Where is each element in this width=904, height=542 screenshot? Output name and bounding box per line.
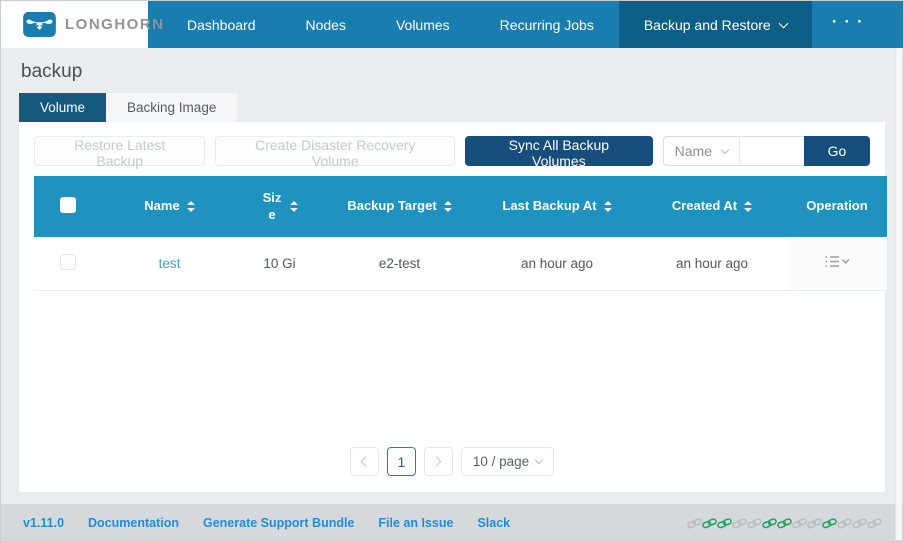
create-disaster-recovery-volume-button[interactable]: Create Disaster Recovery Volume — [215, 136, 455, 166]
chain-link-icon — [687, 516, 702, 530]
nav-item-label: Nodes — [306, 17, 346, 33]
nav-item-recurring-jobs[interactable]: Recurring Jobs — [475, 1, 619, 48]
row-created-at-cell: an hour ago — [637, 237, 787, 290]
row-name-cell: test — [102, 237, 237, 290]
chain-link-icon — [732, 516, 747, 530]
column-label: Operation — [806, 198, 867, 214]
chain-link-icon — [717, 516, 732, 530]
backup-table: Name Size — [34, 176, 870, 291]
nav-item-backup-and-restore[interactable]: Backup and Restore — [619, 1, 812, 48]
chain-link-icon — [807, 516, 822, 530]
app-window: LONGHORN Dashboard Nodes Volumes Recurri… — [0, 0, 904, 542]
next-page-button[interactable] — [424, 447, 453, 476]
chevron-down-icon — [721, 145, 729, 153]
longhorn-bull-icon — [23, 12, 56, 37]
chain-link-icon — [777, 516, 792, 530]
column-label: Last Backup At — [502, 198, 596, 214]
column-label: Backup Target — [347, 198, 436, 214]
nav-item-label: Volumes — [396, 17, 450, 33]
select-all-header-cell — [34, 176, 102, 237]
row-select-cell — [34, 237, 102, 290]
nav-item-label: Backup and Restore — [644, 17, 771, 33]
column-header-name[interactable]: Name — [102, 176, 237, 237]
column-header-backup-target[interactable]: Backup Target — [322, 176, 477, 237]
chain-link-icon — [822, 516, 837, 530]
nav-item-nodes[interactable]: Nodes — [281, 1, 371, 48]
tab-volume[interactable]: Volume — [19, 93, 106, 122]
slack-link[interactable]: Slack — [477, 516, 510, 530]
column-header-size[interactable]: Size — [237, 176, 322, 237]
prev-page-button[interactable] — [350, 447, 379, 476]
backup-panel: Restore Latest Backup Create Disaster Re… — [19, 122, 885, 492]
nav-item-label: Recurring Jobs — [500, 17, 594, 33]
nav-item-volumes[interactable]: Volumes — [371, 1, 475, 48]
chain-link-icon — [837, 516, 852, 530]
search-field-label: Name — [675, 143, 712, 159]
chain-link-icon — [852, 516, 867, 530]
top-navbar: LONGHORN Dashboard Nodes Volumes Recurri… — [1, 1, 903, 48]
link-status-icons — [687, 516, 882, 530]
nav-item-dashboard[interactable]: Dashboard — [162, 1, 281, 48]
chain-link-icon — [867, 516, 882, 530]
column-header-operation: Operation — [787, 176, 887, 237]
restore-latest-backup-button[interactable]: Restore Latest Backup — [34, 136, 205, 166]
go-button[interactable]: Go — [804, 136, 870, 166]
tab-bar: Volume Backing Image — [19, 93, 885, 122]
page-title: backup — [21, 61, 883, 83]
column-header-last-backup-at[interactable]: Last Backup At — [477, 176, 637, 237]
chain-link-icon — [702, 516, 717, 530]
list-dropdown-icon[interactable] — [824, 254, 850, 269]
tab-label: Backing Image — [127, 100, 216, 115]
chain-link-icon — [747, 516, 762, 530]
scrollbar-track[interactable] — [895, 48, 902, 540]
row-checkbox[interactable] — [60, 254, 76, 270]
pagination: 1 10 / page — [29, 447, 875, 486]
sort-carets-icon[interactable] — [187, 201, 195, 212]
column-label: Name — [144, 198, 179, 214]
chevron-right-icon — [432, 457, 442, 467]
nav-item-label: Dashboard — [187, 17, 256, 33]
row-last-backup-at-cell: an hour ago — [477, 237, 637, 290]
search-group: Name Go — [663, 136, 870, 166]
footer: v1.11.0 Documentation Generate Support B… — [1, 504, 903, 541]
current-page-button[interactable]: 1 — [387, 447, 416, 476]
documentation-link[interactable]: Documentation — [88, 516, 179, 530]
main-nav: Dashboard Nodes Volumes Recurring Jobs B… — [162, 1, 884, 48]
chain-link-icon — [792, 516, 807, 530]
nav-item-more[interactable]: ··· — [812, 1, 884, 48]
column-label: Created At — [672, 198, 737, 214]
more-dots-icon: ··· — [832, 12, 870, 32]
search-field-select[interactable]: Name — [663, 136, 740, 166]
brand[interactable]: LONGHORN — [1, 1, 148, 48]
toolbar: Restore Latest Backup Create Disaster Re… — [34, 136, 870, 166]
column-label: Size — [261, 190, 283, 223]
version-link[interactable]: v1.11.0 — [23, 516, 64, 530]
chevron-left-icon — [361, 457, 371, 467]
sync-all-backup-volumes-button[interactable]: Sync All Backup Volumes — [465, 136, 653, 166]
generate-support-bundle-link[interactable]: Generate Support Bundle — [203, 516, 354, 530]
sort-carets-icon[interactable] — [444, 201, 452, 212]
column-header-created-at[interactable]: Created At — [637, 176, 787, 237]
brand-text: LONGHORN — [65, 16, 165, 33]
search-input[interactable] — [740, 136, 804, 166]
row-backup-target-cell: e2-test — [322, 237, 477, 290]
volume-name-link[interactable]: test — [159, 256, 181, 271]
tab-label: Volume — [40, 100, 85, 115]
table-row: test 10 Gi e2-test an hour ago an hour a… — [34, 237, 887, 290]
table-header-row: Name Size — [34, 176, 887, 237]
sort-carets-icon[interactable] — [290, 201, 298, 212]
page-size-select[interactable]: 10 / page — [461, 447, 554, 476]
chain-link-icon — [762, 516, 777, 530]
chevron-down-icon — [535, 456, 543, 464]
main-content: backup Volume Backing Image Restore Late… — [1, 48, 903, 504]
chevron-down-icon — [778, 18, 788, 28]
page-size-label: 10 / page — [473, 454, 529, 469]
row-operation-cell — [787, 237, 887, 290]
select-all-checkbox[interactable] — [60, 197, 76, 213]
tab-backing-image[interactable]: Backing Image — [106, 93, 237, 122]
row-size-cell: 10 Gi — [237, 237, 322, 290]
file-an-issue-link[interactable]: File an Issue — [378, 516, 453, 530]
sort-carets-icon[interactable] — [744, 201, 752, 212]
sort-carets-icon[interactable] — [604, 201, 612, 212]
